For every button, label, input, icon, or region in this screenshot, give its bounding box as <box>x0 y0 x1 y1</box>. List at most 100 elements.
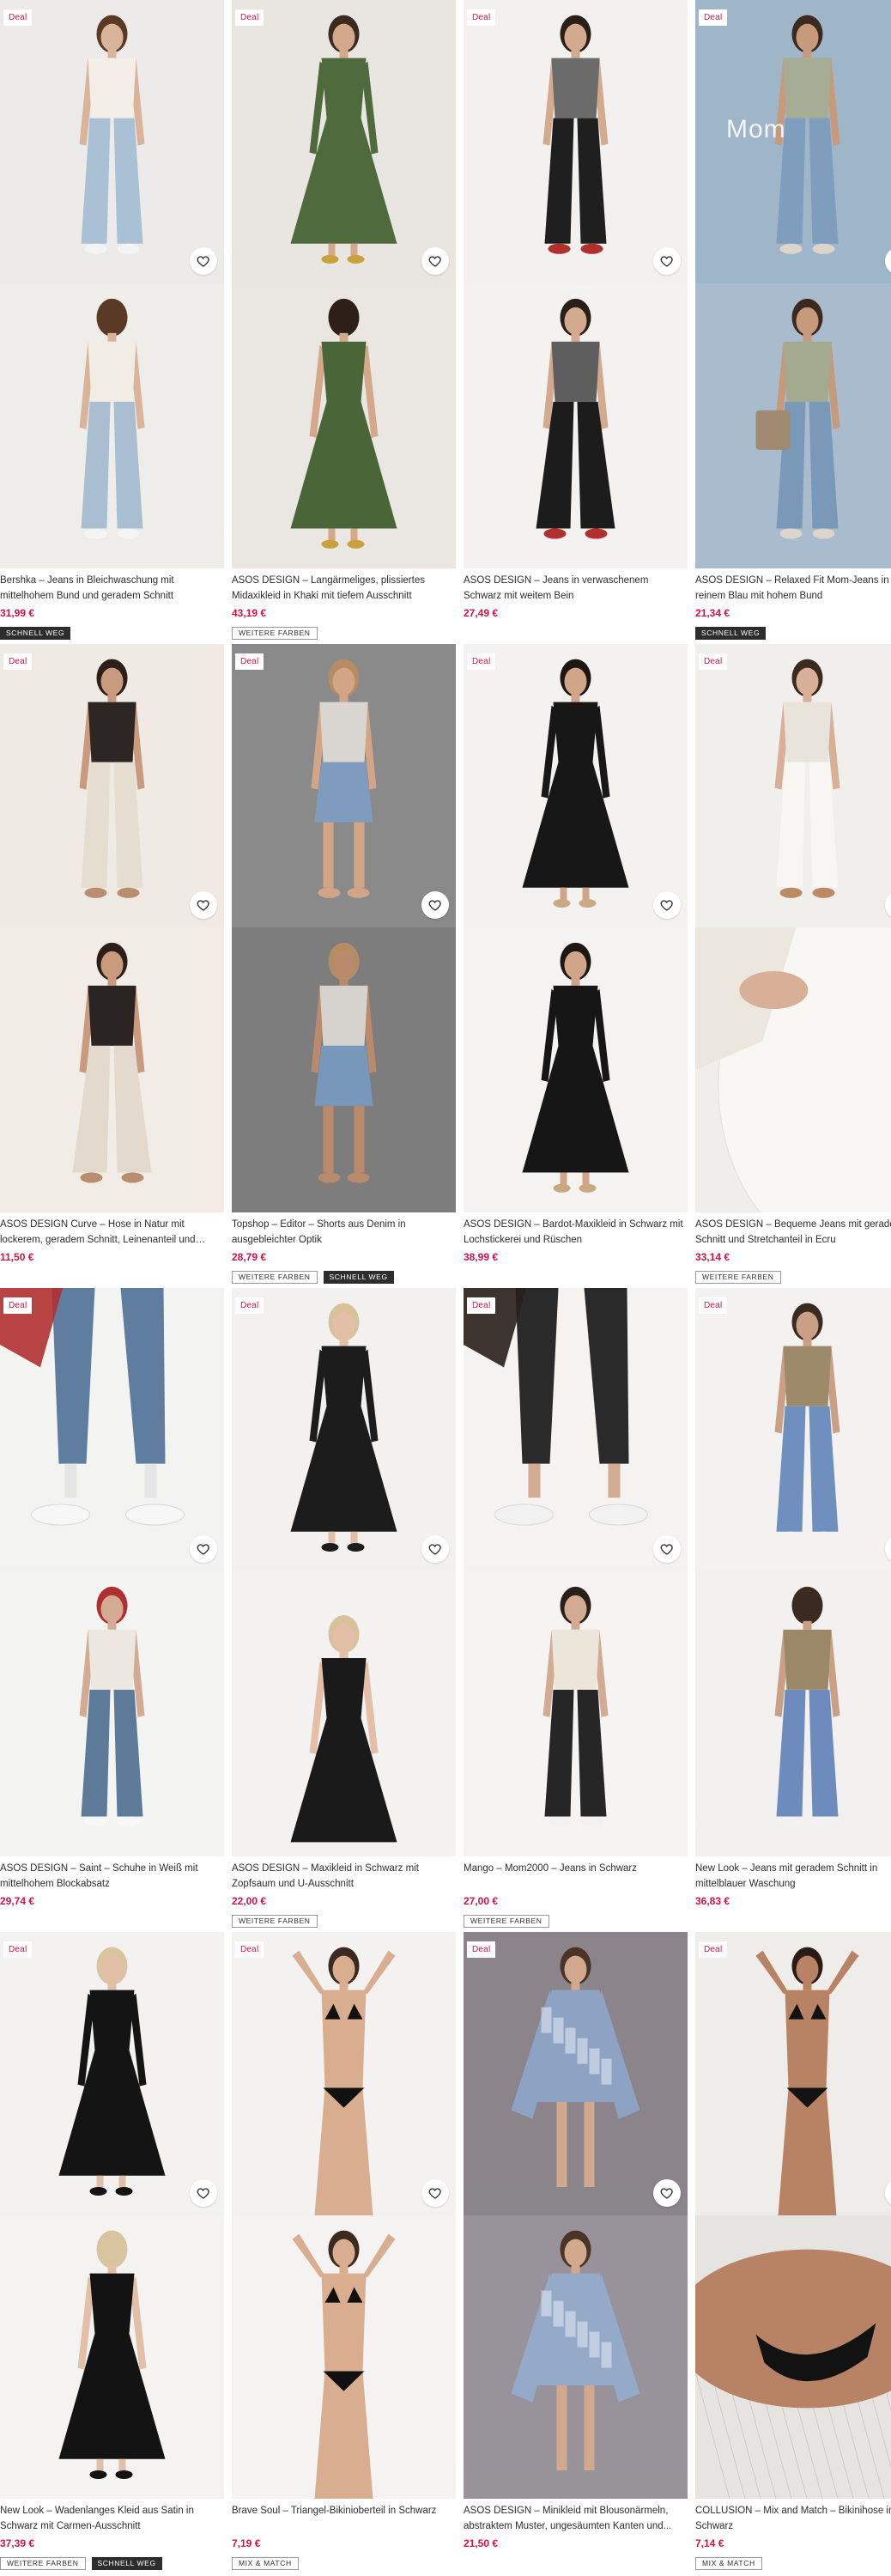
product-price: 21,34 € <box>695 607 730 619</box>
product-photo-main <box>695 1932 891 2215</box>
product-photo-alt <box>695 927 891 1212</box>
selling-fast-badge[interactable]: Schnell weg <box>0 627 71 640</box>
product-tag-badge[interactable]: Mix & Match <box>695 2557 762 2570</box>
product-image[interactable] <box>695 644 891 1212</box>
product-card[interactable]: Deal Topshop – Editor – Shorts aus Denim … <box>232 644 456 1284</box>
product-card[interactable]: Deal ASOS DESIGN – Saint – Schuhe in Weiß… <box>0 1288 224 1923</box>
product-card[interactable]: Deal Bershka – Jeans in Bleichwaschung mi… <box>0 0 224 640</box>
product-photo-alt <box>0 283 224 568</box>
product-card[interactable]: Deal New Look – Jeans mit geradem Schnitt… <box>695 1288 891 1923</box>
deal-badge: Deal <box>699 9 728 26</box>
product-title[interactable]: Bershka – Jeans in Bleichwaschung mit mi… <box>0 573 221 604</box>
selling-fast-badge[interactable]: Schnell weg <box>323 1271 394 1284</box>
product-photo-alt <box>464 1571 688 1856</box>
product-image[interactable] <box>232 644 456 1212</box>
product-tag-badge[interactable]: Weitere Farben <box>232 1271 318 1284</box>
product-title[interactable]: ASOS DESIGN – Bardot-Maxikleid in Schwar… <box>464 1217 685 1248</box>
save-for-later-button[interactable] <box>190 891 217 919</box>
deal-badge: Deal <box>3 653 33 670</box>
product-photo-main <box>695 0 891 283</box>
product-card[interactable]: Deal Brave Soul – Triangel-Bikinioberteil… <box>232 1932 456 2570</box>
product-card[interactable]: Deal ASOS DESIGN – Maxikleid in Schwarz m… <box>232 1288 456 1928</box>
save-for-later-button[interactable] <box>190 247 217 275</box>
product-image[interactable] <box>232 1288 456 1856</box>
deal-badge: Deal <box>467 653 496 670</box>
heart-icon <box>428 2188 441 2199</box>
product-badges: Weitere Farben <box>464 1915 549 1928</box>
product-title[interactable]: Topshop – Editor – Shorts aus Denim in a… <box>232 1217 453 1248</box>
product-photo-main <box>464 0 688 283</box>
product-photo-main <box>0 0 224 283</box>
product-card[interactable]: Deal Mango – Mom2000 – Jeans in Schwarz 27… <box>464 1288 688 1928</box>
product-price: 21,50 € <box>464 2537 499 2549</box>
product-tag-badge[interactable]: Weitere Farben <box>0 2557 86 2570</box>
product-price: 36,83 € <box>695 1895 730 1907</box>
product-grid: Deal Bershka – Jeans in Bleichwaschung mi… <box>0 0 891 2576</box>
deal-badge: Deal <box>3 1941 33 1958</box>
product-image[interactable] <box>464 0 688 568</box>
product-card[interactable]: Deal ASOS DESIGN – Langärmeliges, plissie… <box>232 0 456 640</box>
product-title[interactable]: ASOS DESIGN – Minikleid mit Blousonärmel… <box>464 2503 685 2534</box>
product-image[interactable] <box>695 0 891 568</box>
product-image[interactable] <box>0 644 224 1212</box>
product-card[interactable]: Deal ASOS DESIGN – Jeans in verwaschenem … <box>464 0 688 635</box>
product-title[interactable]: New Look – Jeans mit geradem Schnitt in … <box>695 1861 891 1892</box>
product-image[interactable] <box>464 644 688 1212</box>
product-title[interactable]: ASOS DESIGN – Saint – Schuhe in Weiß mit… <box>0 1861 221 1892</box>
product-title[interactable]: COLLUSION – Mix and Match – Bikinihose i… <box>695 2503 891 2534</box>
product-tag-badge[interactable]: Weitere Farben <box>695 1271 781 1284</box>
product-card[interactable]: Deal Mom ASOS DESIGN – Relaxed Fit Mom-Jea… <box>695 0 891 640</box>
product-image[interactable] <box>695 1932 891 2499</box>
product-price: 22,00 € <box>232 1895 267 1907</box>
save-for-later-button[interactable] <box>653 2179 681 2207</box>
product-title[interactable]: ASOS DESIGN Curve – Hose in Natur mit lo… <box>0 1217 221 1248</box>
product-card[interactable]: Deal ASOS DESIGN – Bequeme Jeans mit gera… <box>695 644 891 1284</box>
product-photo-main <box>464 1932 688 2215</box>
product-title[interactable]: Mango – Mom2000 – Jeans in Schwarz <box>464 1861 685 1876</box>
product-image[interactable] <box>0 1288 224 1856</box>
product-card[interactable]: Deal ASOS DESIGN Curve – Hose in Natur mi… <box>0 644 224 1279</box>
product-image[interactable] <box>232 1932 456 2499</box>
product-tag-badge[interactable]: Weitere Farben <box>232 627 318 640</box>
product-card[interactable]: Deal COLLUSION – Mix and Match – Bikiniho… <box>695 1932 891 2570</box>
product-photo-alt <box>232 927 456 1212</box>
save-for-later-button[interactable] <box>421 891 449 919</box>
save-for-later-button[interactable] <box>421 2179 449 2207</box>
product-title[interactable]: ASOS DESIGN – Relaxed Fit Mom-Jeans in r… <box>695 573 891 604</box>
product-card[interactable]: Deal ASOS DESIGN – Bardot-Maxikleid in Sc… <box>464 644 688 1279</box>
product-title[interactable]: New Look – Wadenlanges Kleid aus Satin i… <box>0 2503 221 2534</box>
save-for-later-button[interactable] <box>421 1535 449 1563</box>
product-title[interactable]: ASOS DESIGN – Bequeme Jeans mit geradem … <box>695 1217 891 1248</box>
product-title[interactable]: ASOS DESIGN – Jeans in verwaschenem Schw… <box>464 573 685 604</box>
image-overlay-text: Mom <box>726 115 786 143</box>
save-for-later-button[interactable] <box>653 1535 681 1563</box>
product-tag-badge[interactable]: Weitere Farben <box>464 1915 549 1928</box>
product-title[interactable]: ASOS DESIGN – Maxikleid in Schwarz mit Z… <box>232 1861 453 1892</box>
save-for-later-button[interactable] <box>190 2179 217 2207</box>
selling-fast-badge[interactable]: Schnell weg <box>91 2557 162 2570</box>
save-for-later-button[interactable] <box>421 247 449 275</box>
product-image[interactable] <box>232 0 456 568</box>
product-price: 33,14 € <box>695 1251 730 1263</box>
save-for-later-button[interactable] <box>653 247 681 275</box>
product-image[interactable] <box>464 1932 688 2499</box>
product-image[interactable] <box>0 1932 224 2499</box>
product-price: 37,39 € <box>0 2537 35 2549</box>
product-tag-badge[interactable]: Mix & Match <box>232 2557 299 2570</box>
save-for-later-button[interactable] <box>653 891 681 919</box>
product-photo-main <box>232 644 456 927</box>
deal-badge: Deal <box>467 1297 496 1314</box>
product-tag-badge[interactable]: Weitere Farben <box>232 1915 318 1928</box>
save-for-later-button[interactable] <box>190 1535 217 1563</box>
product-title[interactable]: Brave Soul – Triangel-Bikinioberteil in … <box>232 2503 453 2518</box>
product-card[interactable]: Deal New Look – Wadenlanges Kleid aus Sat… <box>0 1932 224 2570</box>
deal-badge: Deal <box>467 9 496 26</box>
product-photo-main <box>464 644 688 927</box>
product-photo-alt <box>464 927 688 1212</box>
product-title[interactable]: ASOS DESIGN – Langärmeliges, plissiertes… <box>232 573 453 604</box>
product-image[interactable] <box>464 1288 688 1856</box>
product-card[interactable]: Deal ASOS DESIGN – Minikleid mit Blousonä… <box>464 1932 688 2567</box>
selling-fast-badge[interactable]: Schnell weg <box>695 627 767 640</box>
product-image[interactable] <box>0 0 224 568</box>
product-image[interactable] <box>695 1288 891 1856</box>
